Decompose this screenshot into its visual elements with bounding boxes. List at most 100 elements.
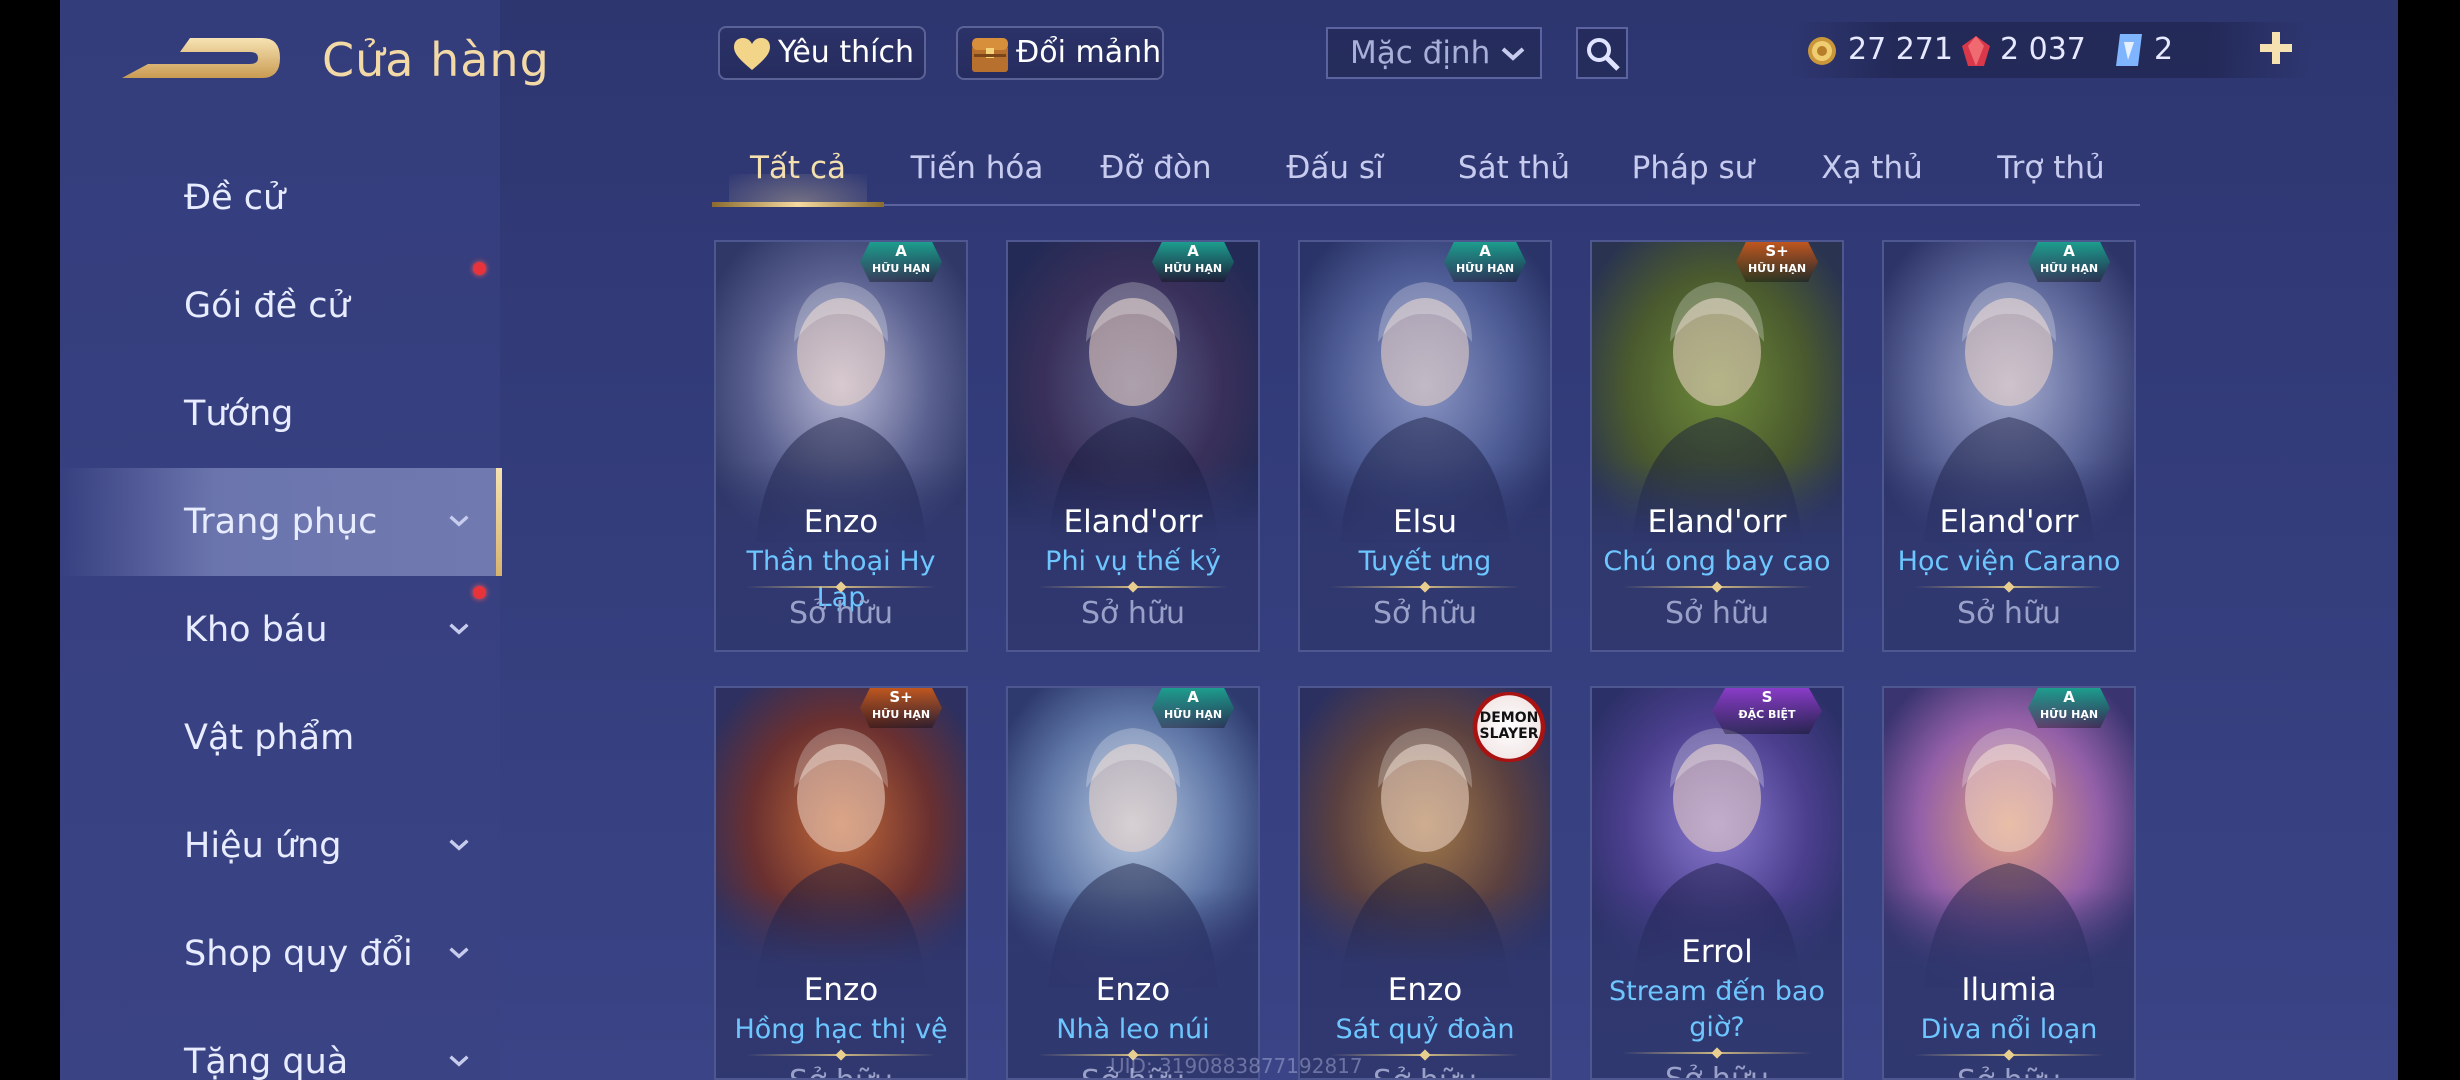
gold-amount: 27 271 — [1848, 32, 1953, 67]
ownership-status: Sở hữu — [1373, 596, 1477, 631]
badge-subtitle: HỮU HẠN — [871, 262, 931, 275]
skin-card[interactable]: DEMON SLAYEREnzoSát quỷ đoànSở hữu — [1298, 686, 1552, 1080]
tab-8[interactable]: Trợ thủ — [1965, 140, 2137, 204]
badge-grade: A — [2063, 242, 2075, 260]
skin-card[interactable]: A HỮU HẠN Eland'orr Học viện Carano Sở hữu — [1882, 240, 2136, 652]
tab-label: Tiến hóa — [910, 150, 1044, 186]
tab-label: Pháp sư — [1631, 150, 1755, 186]
sidebar-item-label: Trang phục — [184, 502, 378, 542]
hero-name: Eland'orr — [1647, 504, 1787, 540]
ownership-status: Sở hữu — [789, 596, 893, 631]
skin-card[interactable]: AHỮU HẠNEnzoNhà leo núiSở hữu — [1006, 686, 1260, 1080]
skin-name: Chú ong bay cao — [1603, 546, 1831, 577]
hero-name: Enzo — [1095, 972, 1171, 1008]
skin-card[interactable]: A HỮU HẠN Elsu Tuyết ưng Sở hữu — [1298, 240, 1552, 652]
hero-name: Enzo — [1387, 972, 1463, 1008]
gold-coin-icon — [1808, 37, 1836, 65]
skin-name: Phi vụ thế kỷ — [1045, 546, 1221, 577]
sidebar-item-1[interactable]: Đề cử — [60, 144, 502, 252]
skin-card[interactable]: A HỮU HẠN Enzo Thần thoại Hy Lạp Sở hữu — [714, 240, 968, 652]
sidebar-item-2[interactable]: Gói đề cử — [60, 252, 502, 360]
skin-card[interactable]: A HỮU HẠN Ilumia Diva nổi loạn Sở hữu — [1882, 686, 2136, 1080]
add-currency-button[interactable] — [2256, 28, 2296, 68]
tab-5[interactable]: Sát thủ — [1428, 140, 1600, 204]
favorite-button[interactable]: Yêu thích — [718, 26, 926, 80]
badge-grade: DEMON SLAYER — [1479, 710, 1539, 742]
collab-logo: DEMON SLAYER — [1470, 692, 1548, 762]
badge-subtitle: ĐẶC BIỆT — [1738, 708, 1796, 721]
skin-card[interactable]: S ĐẶC BIỆT Errol Stream đến bao giờ? Sở hữu — [1590, 686, 1844, 1080]
chevron-down-icon — [449, 1055, 469, 1067]
badge-grade: A — [2063, 688, 2075, 706]
rarity-badge: S+ HỮU HẠN — [1736, 242, 1818, 282]
sidebar-item-label: Shop quy đổi — [184, 934, 413, 974]
badge-subtitle: HỮU HẠN — [1455, 262, 1515, 275]
ownership-status: Sở hữu — [1081, 596, 1185, 631]
heart-icon — [734, 38, 770, 70]
tab-label: Đấu sĩ — [1286, 150, 1384, 186]
sort-value: Mặc định — [1350, 35, 1491, 71]
chevron-down-icon — [449, 623, 469, 635]
sidebar-item-7[interactable]: Hiệu ứng — [60, 792, 502, 900]
sidebar-item-8[interactable]: Shop quy đổi — [60, 900, 502, 1008]
hero-name: Ilumia — [1961, 972, 2057, 1008]
favorite-label: Yêu thích — [778, 35, 914, 70]
sidebar-item-3[interactable]: Tướng — [60, 360, 502, 468]
rarity-badge: A HỮU HẠN — [2028, 242, 2110, 282]
rarity-badge: A HỮU HẠN — [1152, 242, 1234, 282]
skin-name: Sát quỷ đoàn — [1335, 1014, 1515, 1045]
tab-label: Sát thủ — [1457, 150, 1571, 186]
hero-name: Elsu — [1393, 504, 1457, 540]
skin-name: Nhà leo núi — [1056, 1014, 1210, 1045]
badge-grade: S — [1761, 688, 1773, 706]
rarity-badge: A HỮU HẠN — [1152, 688, 1234, 728]
skin-name: Stream đến bao giờ? — [1609, 976, 1825, 1043]
ownership-status: Sở hữu — [1884, 1064, 2134, 1078]
chevron-down-icon — [1501, 47, 1525, 61]
sidebar-item-6[interactable]: Vật phẩm — [60, 684, 502, 792]
rarity-badge: S ĐẶC BIỆT — [1712, 688, 1822, 734]
skin-name: Diva nổi loạn — [1920, 1014, 2098, 1045]
sidebar-item-4[interactable]: Trang phục — [60, 468, 502, 576]
exchange-fragments-button[interactable]: Đổi mảnh — [956, 26, 1164, 80]
tab-4[interactable]: Đấu sĩ — [1249, 140, 1421, 204]
sidebar-item-label: Hiệu ứng — [184, 826, 342, 866]
sort-dropdown[interactable]: Mặc định — [1326, 27, 1542, 79]
hero-name: Enzo — [803, 504, 879, 540]
badge-grade: A — [895, 242, 907, 260]
red-gem-icon — [1962, 36, 1990, 66]
rarity-badge: A HỮU HẠN — [1444, 242, 1526, 282]
gem-amount: 2 037 — [2000, 32, 2086, 67]
rarity-badge: A HỮU HẠN — [860, 242, 942, 282]
ownership-status: Sở hữu — [1665, 1062, 1769, 1080]
chevron-down-icon — [449, 947, 469, 959]
tab-label: Xạ thủ — [1821, 150, 1923, 186]
ownership-status: Sở hữu — [716, 1064, 966, 1078]
tab-7[interactable]: Xạ thủ — [1786, 140, 1958, 204]
badge-subtitle: HỮU HẠN — [1163, 262, 1223, 275]
back-button[interactable] — [122, 30, 282, 90]
sidebar-item-5[interactable]: Kho báu — [60, 576, 502, 684]
tab-3[interactable]: Đỡ đòn — [1070, 140, 1242, 204]
blue-card-icon — [2116, 34, 2142, 66]
ownership-status: Sở hữu — [1957, 596, 2061, 631]
tab-6[interactable]: Pháp sư — [1607, 140, 1779, 204]
search-button[interactable] — [1576, 27, 1628, 79]
badge-grade: A — [1479, 242, 1491, 260]
skin-card[interactable]: S+ HỮU HẠN Eland'orr Chú ong bay cao Sở hữu — [1590, 240, 1844, 652]
sidebar-item-label: Gói đề cử — [184, 286, 350, 326]
tab-label: Trợ thủ — [1997, 150, 2105, 186]
right-bezel — [2398, 0, 2460, 1080]
tab-1[interactable]: Tất cả — [712, 140, 884, 207]
badge-subtitle: HỮU HẠN — [1747, 262, 1807, 275]
badge-subtitle: HỮU HẠN — [2039, 262, 2099, 275]
skin-card[interactable]: S+ HỮU HẠN Enzo Hồng hạc thị vệ Sở hữu — [714, 686, 968, 1080]
rarity-badge: A HỮU HẠN — [2028, 688, 2110, 728]
notification-dot — [473, 262, 486, 275]
badge-grade: A — [1187, 688, 1199, 706]
tab-2[interactable]: Tiến hóa — [891, 140, 1063, 204]
card-amount: 2 — [2154, 32, 2174, 67]
badge-subtitle: HỮU HẠN — [871, 708, 931, 721]
skin-card[interactable]: A HỮU HẠN Eland'orr Phi vụ thế kỷ Sở hữu — [1006, 240, 1260, 652]
sidebar-item-9[interactable]: Tặng quà — [60, 1008, 502, 1080]
